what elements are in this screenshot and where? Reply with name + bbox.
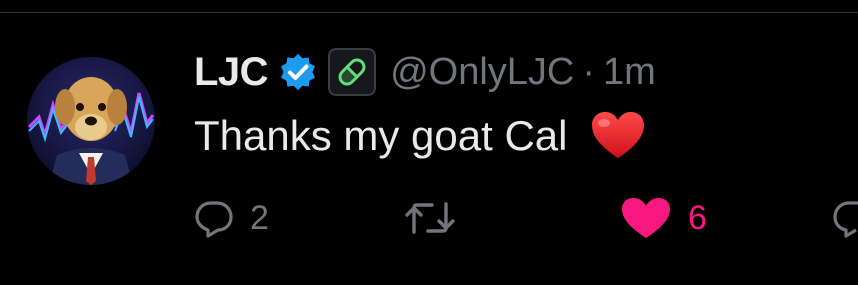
top-divider — [0, 12, 858, 13]
retweet-button[interactable] — [404, 192, 472, 244]
avatar[interactable] — [27, 57, 155, 185]
dot-separator: · — [582, 50, 596, 93]
reply-button[interactable]: 2 — [194, 192, 269, 244]
tweet-text-content: Thanks my goat Cal — [194, 112, 568, 159]
retweet-icon — [405, 202, 455, 234]
timestamp[interactable]: 1m — [603, 51, 656, 94]
reply-icon — [195, 201, 233, 238]
verified-badge-icon[interactable] — [278, 52, 318, 92]
like-count: 6 — [688, 198, 707, 237]
heart-icon — [622, 198, 670, 238]
user-handle[interactable]: @OnlyLJC — [390, 51, 574, 94]
display-name[interactable]: LJC — [194, 50, 269, 95]
like-button[interactable]: 6 — [620, 192, 707, 244]
pill-badge-icon[interactable] — [328, 48, 377, 96]
tweet-text: Thanks my goat Cal — [194, 106, 646, 166]
share-button[interactable] — [832, 192, 858, 244]
red-heart-emoji-icon — [590, 110, 646, 162]
share-icon — [833, 201, 858, 238]
tweet-header: LJC @OnlyLJC · 1m — [194, 46, 656, 98]
reply-count: 2 — [250, 198, 269, 237]
